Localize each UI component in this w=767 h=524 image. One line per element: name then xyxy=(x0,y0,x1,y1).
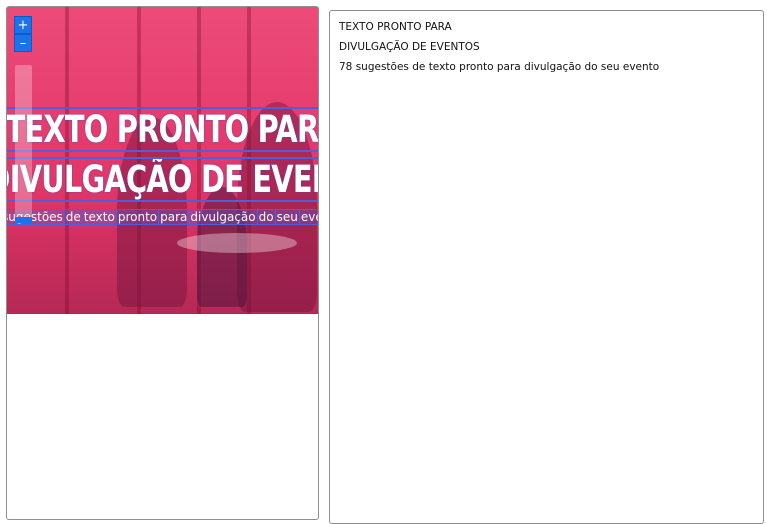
zoom-out-button[interactable]: – xyxy=(14,34,32,52)
zoom-slider-track[interactable] xyxy=(15,65,32,223)
table-shape xyxy=(177,233,297,253)
text-details-panel: TEXTO PRONTO PARA DIVULGAÇÃO DE EVENTOS … xyxy=(329,10,764,524)
image-preview-panel: TEXTO PRONTO PARA DIVULGAÇÃO DE EVENTOS … xyxy=(6,6,319,520)
zoom-slider-handle[interactable] xyxy=(15,217,32,223)
headline-text: DIVULGAÇÃO DE EVENTOS xyxy=(7,157,318,202)
zoom-in-button[interactable]: + xyxy=(14,16,32,34)
image-headline-line2: DIVULGAÇÃO DE EVENTOS xyxy=(7,157,318,202)
subline-word: do xyxy=(256,209,276,225)
event-image[interactable]: TEXTO PRONTO PARA DIVULGAÇÃO DE EVENTOS … xyxy=(7,7,318,314)
details-title-line1: TEXTO PRONTO PARA xyxy=(339,21,452,33)
subline-word: para xyxy=(158,209,190,225)
details-title-line2: DIVULGAÇÃO DE EVENTOS xyxy=(339,41,480,53)
subline-word: seu xyxy=(274,209,300,225)
subline-word: evento xyxy=(298,209,318,225)
details-description: 78 sugestões de texto pronto para divulg… xyxy=(339,61,660,73)
headline-text: TEXTO PRONTO PARA xyxy=(7,107,318,152)
subline-word: texto xyxy=(81,209,117,225)
subline-word: de xyxy=(63,209,83,225)
image-headline-line1: TEXTO PRONTO PARA xyxy=(7,107,318,152)
subline-word: pronto xyxy=(115,209,160,225)
subline-word: divulgação xyxy=(188,209,258,225)
image-subline: sugestões de texto pronto para divulgação do se… xyxy=(7,209,318,225)
